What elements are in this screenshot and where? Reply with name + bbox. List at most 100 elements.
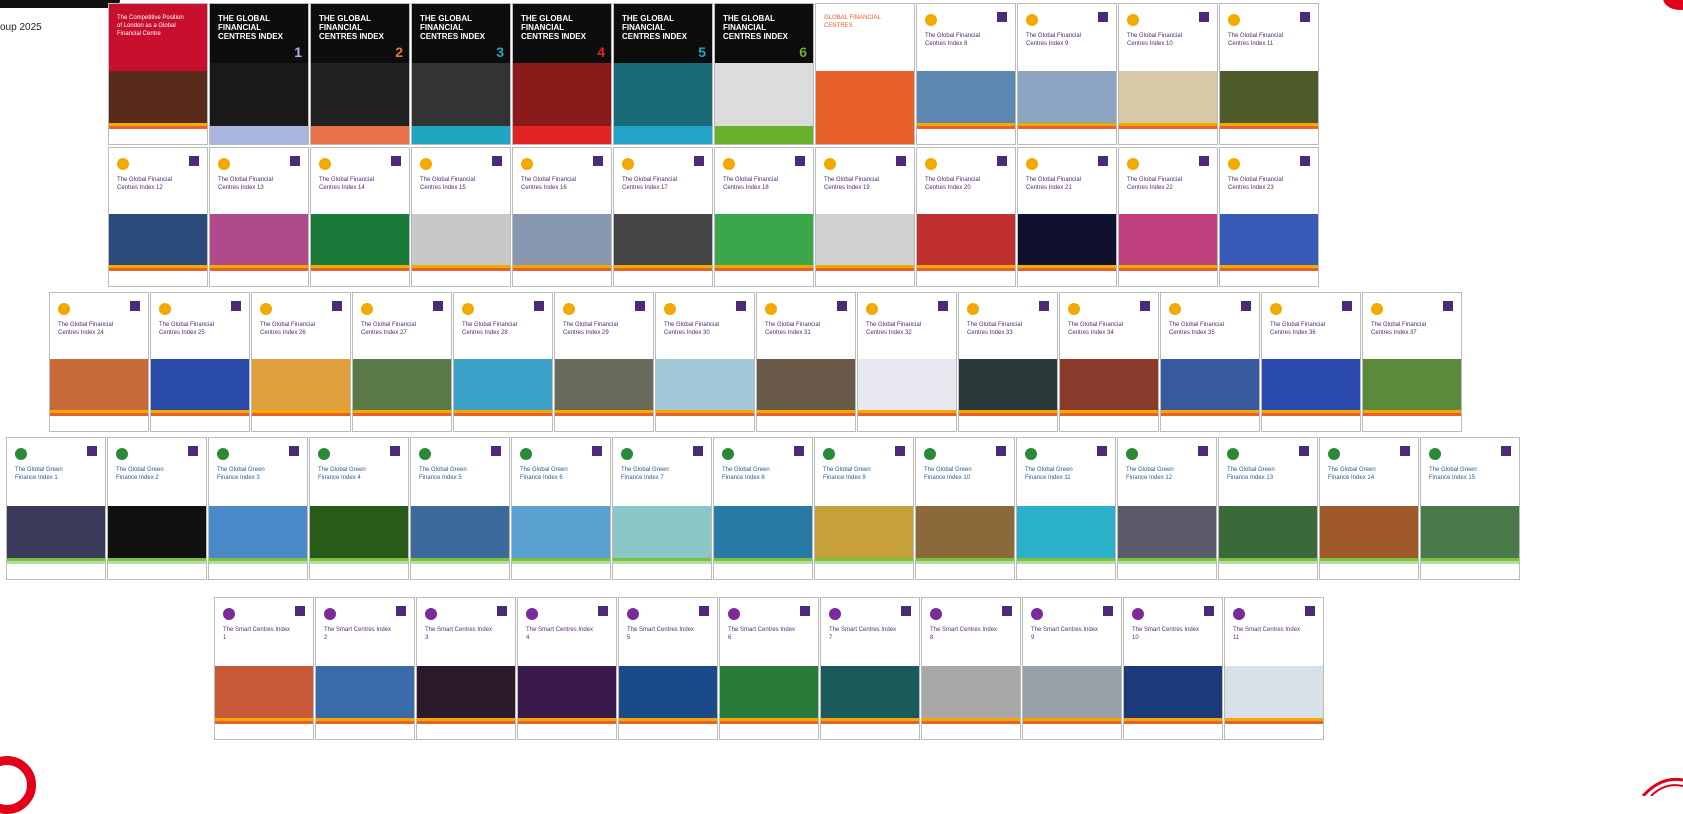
report-cover[interactable]: THE GLOBAL FINANCIAL CENTRES INDEX 2	[310, 3, 410, 145]
report-cover[interactable]: The Smart Centres Index 9	[1022, 597, 1122, 740]
cover-title: The Global Green Finance Index 12	[1126, 467, 1174, 481]
report-cover[interactable]: The Global Financial Centres Index 30	[655, 292, 755, 432]
report-cover[interactable]: The Global Financial Centres Index 17	[613, 147, 713, 287]
cover-image	[1118, 505, 1216, 558]
report-cover[interactable]: The Global Financial Centres Index 18	[714, 147, 814, 287]
cover-footer	[1219, 557, 1317, 579]
footer-stripe	[215, 720, 313, 724]
cover-image	[311, 214, 409, 266]
series-logo-icon	[627, 608, 639, 620]
cover-title: The Global Financial Centres Index 14	[319, 177, 375, 191]
footer-stripe	[109, 126, 207, 129]
report-cover[interactable]: The Global Financial Centres Index 34	[1059, 292, 1159, 432]
cover-image	[959, 359, 1057, 411]
series-logo-icon	[425, 608, 437, 620]
report-cover[interactable]: The Global Financial Centres Index 36	[1261, 292, 1361, 432]
report-cover[interactable]: The Global Financial Centres Index 22	[1118, 147, 1218, 287]
report-cover[interactable]: The Global Green Finance Index 9	[814, 437, 914, 580]
report-cover[interactable]: THE GLOBAL FINANCIAL CENTRES INDEX 4	[512, 3, 612, 145]
cover-footer	[1018, 265, 1116, 286]
report-cover[interactable]: The Global Financial Centres Index 16	[512, 147, 612, 287]
report-cover[interactable]: The Global Green Finance Index 1	[6, 437, 106, 580]
cover-header: The Global Green Finance Index 2	[108, 438, 206, 506]
cover-header: The Global Green Finance Index 13	[1219, 438, 1317, 506]
series-logo-icon	[728, 608, 740, 620]
report-cover[interactable]: THE GLOBAL FINANCIAL CENTRES INDEX 6	[714, 3, 814, 145]
cover-footer	[821, 717, 919, 739]
report-cover[interactable]: The Global Financial Centres Index 10	[1118, 3, 1218, 145]
report-cover[interactable]: The Global Financial Centres Index 28	[453, 292, 553, 432]
report-cover[interactable]: The Global Financial Centres Index 9	[1017, 3, 1117, 145]
report-cover[interactable]: The Competitive Position of London as a …	[108, 3, 208, 145]
report-cover[interactable]: The Global Financial Centres Index 19	[815, 147, 915, 287]
series-logo-icon	[1068, 303, 1080, 315]
cover-image	[613, 505, 711, 558]
report-cover[interactable]: The Global Financial Centres Index 20	[916, 147, 1016, 287]
series-logo-icon	[1031, 608, 1043, 620]
report-cover[interactable]: The Global Financial Centres Index 26	[251, 292, 351, 432]
cover-image	[412, 214, 510, 266]
report-cover[interactable]: The Smart Centres Index 1	[214, 597, 314, 740]
report-cover[interactable]: The Global Financial Centres Index 33	[958, 292, 1058, 432]
publisher-logo-icon	[396, 606, 406, 616]
report-cover[interactable]: The Global Financial Centres Index 15	[411, 147, 511, 287]
report-cover[interactable]: The Global Green Finance Index 10	[915, 437, 1015, 580]
report-cover[interactable]: THE GLOBAL FINANCIAL CENTRES INDEX 5	[613, 3, 713, 145]
report-cover[interactable]: The Global Financial Centres Index 24	[49, 292, 149, 432]
cover-title: The Global Green Finance Index 13	[1227, 467, 1275, 481]
cover-title: The Global Financial Centres Index 33	[967, 322, 1023, 336]
footer-stripe	[1124, 720, 1222, 724]
report-cover[interactable]: The Global Green Finance Index 14	[1319, 437, 1419, 580]
report-cover[interactable]: The Global Green Finance Index 3	[208, 437, 308, 580]
report-cover[interactable]: The Global Financial Centres Index 23	[1219, 147, 1319, 287]
report-cover[interactable]: The Global Financial Centres Index 27	[352, 292, 452, 432]
report-cover[interactable]: The Global Financial Centres Index 13	[209, 147, 309, 287]
report-cover[interactable]: The Smart Centres Index 4	[517, 597, 617, 740]
report-cover[interactable]: The Global Green Finance Index 6	[511, 437, 611, 580]
footer-stripe	[858, 413, 956, 417]
footer-stripe	[417, 720, 515, 724]
report-cover[interactable]: The Global Financial Centres Index 12	[108, 147, 208, 287]
report-cover[interactable]: The Smart Centres Index 5	[618, 597, 718, 740]
report-cover[interactable]: The Global Financial Centres Index 14	[310, 147, 410, 287]
report-cover[interactable]: The Global Green Finance Index 5	[410, 437, 510, 580]
report-cover[interactable]: The Global Financial Centres Index 35	[1160, 292, 1260, 432]
report-cover[interactable]: The Smart Centres Index 3	[416, 597, 516, 740]
report-cover[interactable]: The Global Financial Centres Index 21	[1017, 147, 1117, 287]
report-cover[interactable]: The Global Financial Centres Index 32	[857, 292, 957, 432]
report-cover[interactable]: The Smart Centres Index 11	[1224, 597, 1324, 740]
report-cover[interactable]: The Global Green Finance Index 15	[1420, 437, 1520, 580]
report-cover[interactable]: The Global Financial Centres Index 25	[150, 292, 250, 432]
cover-image	[555, 359, 653, 411]
report-cover[interactable]: The Smart Centres Index 8	[921, 597, 1021, 740]
cover-title: The Global Green Finance Index 10	[924, 467, 972, 481]
cover-image	[1219, 505, 1317, 558]
report-cover[interactable]: The Global Green Finance Index 11	[1016, 437, 1116, 580]
cover-footer	[815, 557, 913, 579]
report-cover[interactable]: The Global Green Finance Index 12	[1117, 437, 1217, 580]
cover-image	[210, 62, 308, 126]
report-cover[interactable]: The Global Green Finance Index 2	[107, 437, 207, 580]
report-cover[interactable]: The Global Green Finance Index 7	[612, 437, 712, 580]
report-cover[interactable]: THE GLOBAL FINANCIAL CENTRES INDEX 3	[411, 3, 511, 145]
report-cover[interactable]: The Smart Centres Index 7	[820, 597, 920, 740]
report-cover[interactable]: The Smart Centres Index 10	[1123, 597, 1223, 740]
cover-image	[1018, 214, 1116, 266]
report-cover[interactable]: The Global Financial Centres Index 29	[554, 292, 654, 432]
report-cover[interactable]: GLOBAL FINANCIAL CENTRES	[815, 3, 915, 145]
report-cover[interactable]: The Global Green Finance Index 13	[1218, 437, 1318, 580]
report-cover[interactable]: The Global Financial Centres Index 31	[756, 292, 856, 432]
report-cover[interactable]: The Smart Centres Index 6	[719, 597, 819, 740]
publisher-logo-icon	[938, 301, 948, 311]
report-cover[interactable]: The Global Financial Centres Index 37	[1362, 292, 1462, 432]
report-cover[interactable]: The Global Green Finance Index 4	[309, 437, 409, 580]
footer-stripe	[454, 413, 552, 417]
cover-title: The Global Green Finance Index 11	[1025, 467, 1073, 481]
report-cover[interactable]: THE GLOBAL FINANCIAL CENTRES INDEX 1	[209, 3, 309, 145]
cover-footer	[210, 125, 308, 144]
report-cover[interactable]: The Global Financial Centres Index 8	[916, 3, 1016, 145]
report-cover[interactable]: The Global Green Finance Index 8	[713, 437, 813, 580]
report-cover[interactable]: The Global Financial Centres Index 11	[1219, 3, 1319, 145]
footer-stripe	[1421, 560, 1519, 564]
report-cover[interactable]: The Smart Centres Index 2	[315, 597, 415, 740]
